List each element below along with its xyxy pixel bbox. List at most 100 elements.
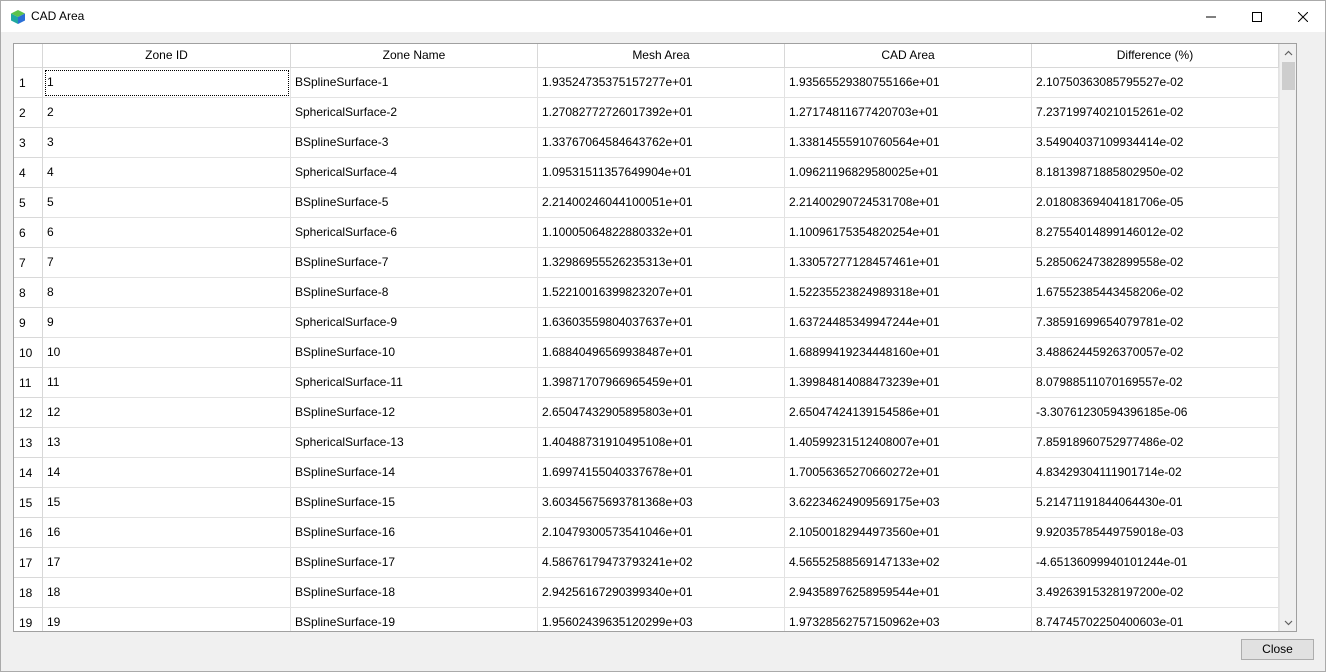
difference-cell[interactable]: 8.18139871885802950e-02 — [1032, 158, 1279, 188]
mesh-area-cell[interactable]: 2.21400246044100051e+01 — [538, 188, 785, 218]
mesh-area-cell[interactable]: 1.09531511357649904e+01 — [538, 158, 785, 188]
row-header[interactable]: 1 — [14, 68, 43, 98]
difference-cell[interactable]: 2.01808369404181706e-05 — [1032, 188, 1279, 218]
zone-name-cell[interactable]: SphericalSurface-6 — [291, 218, 538, 248]
cad-area-cell[interactable]: 1.93565529380755166e+01 — [785, 68, 1032, 98]
cad-area-cell[interactable]: 2.10500182944973560e+01 — [785, 518, 1032, 548]
zone-id-cell[interactable]: 3 — [43, 128, 291, 158]
scroll-up-button[interactable] — [1280, 44, 1296, 61]
vertical-scrollbar[interactable] — [1279, 44, 1296, 631]
row-header[interactable]: 4 — [14, 158, 43, 188]
column-header-zone-name[interactable]: Zone Name — [291, 44, 538, 68]
zone-name-cell[interactable]: BSplineSurface-18 — [291, 578, 538, 608]
mesh-area-cell[interactable]: 1.32986955526235313e+01 — [538, 248, 785, 278]
cad-area-cell[interactable]: 3.62234624909569175e+03 — [785, 488, 1032, 518]
row-header[interactable]: 11 — [14, 368, 43, 398]
row-header[interactable]: 18 — [14, 578, 43, 608]
mesh-area-cell[interactable]: 1.39871707966965459e+01 — [538, 368, 785, 398]
difference-cell[interactable]: 8.27554014899146012e-02 — [1032, 218, 1279, 248]
zone-name-cell[interactable]: BSplineSurface-10 — [291, 338, 538, 368]
cad-area-cell[interactable]: 1.63724485349947244e+01 — [785, 308, 1032, 338]
difference-cell[interactable]: -3.30761230594396185e-06 — [1032, 398, 1279, 428]
zone-name-cell[interactable]: BSplineSurface-8 — [291, 278, 538, 308]
cad-area-cell[interactable]: 1.68899419234448160e+01 — [785, 338, 1032, 368]
cad-area-cell[interactable]: 1.40599231512408007e+01 — [785, 428, 1032, 458]
column-header-mesh-area[interactable]: Mesh Area — [538, 44, 785, 68]
row-header[interactable]: 3 — [14, 128, 43, 158]
zone-name-cell[interactable]: BSplineSurface-5 — [291, 188, 538, 218]
maximize-button[interactable] — [1234, 1, 1280, 32]
mesh-area-cell[interactable]: 1.93524735375157277e+01 — [538, 68, 785, 98]
row-header[interactable]: 16 — [14, 518, 43, 548]
difference-cell[interactable]: 8.74745702250400603e-01 — [1032, 608, 1279, 631]
cad-area-cell[interactable]: 1.33814555910760564e+01 — [785, 128, 1032, 158]
zone-id-cell[interactable]: 4 — [43, 158, 291, 188]
row-header[interactable]: 6 — [14, 218, 43, 248]
zone-id-cell[interactable]: 5 — [43, 188, 291, 218]
cad-area-cell[interactable]: 1.39984814088473239e+01 — [785, 368, 1032, 398]
zone-id-cell[interactable]: 14 — [43, 458, 291, 488]
difference-cell[interactable]: 9.92035785449759018e-03 — [1032, 518, 1279, 548]
row-header[interactable]: 8 — [14, 278, 43, 308]
row-header[interactable]: 7 — [14, 248, 43, 278]
zone-name-cell[interactable]: BSplineSurface-7 — [291, 248, 538, 278]
zone-id-cell[interactable]: 7 — [43, 248, 291, 278]
mesh-area-cell[interactable]: 2.65047432905895803e+01 — [538, 398, 785, 428]
mesh-area-cell[interactable]: 3.60345675693781368e+03 — [538, 488, 785, 518]
mesh-area-cell[interactable]: 1.69974155040337678e+01 — [538, 458, 785, 488]
difference-cell[interactable]: 7.85918960752977486e-02 — [1032, 428, 1279, 458]
mesh-area-cell[interactable]: 1.63603559804037637e+01 — [538, 308, 785, 338]
zone-name-cell[interactable]: BSplineSurface-15 — [291, 488, 538, 518]
zone-name-cell[interactable]: SphericalSurface-2 — [291, 98, 538, 128]
mesh-area-cell[interactable]: 2.10479300573541046e+01 — [538, 518, 785, 548]
zone-name-cell[interactable]: BSplineSurface-1 — [291, 68, 538, 98]
scroll-down-button[interactable] — [1280, 614, 1296, 631]
row-header[interactable]: 5 — [14, 188, 43, 218]
row-header[interactable]: 15 — [14, 488, 43, 518]
cad-area-table[interactable]: Zone ID Zone Name Mesh Area CAD Area Dif… — [13, 43, 1297, 632]
row-header[interactable]: 14 — [14, 458, 43, 488]
zone-name-cell[interactable]: BSplineSurface-14 — [291, 458, 538, 488]
mesh-area-cell[interactable]: 2.94256167290399340e+01 — [538, 578, 785, 608]
zone-id-cell[interactable]: 9 — [43, 308, 291, 338]
row-header[interactable]: 10 — [14, 338, 43, 368]
difference-cell[interactable]: 3.48862445926370057e-02 — [1032, 338, 1279, 368]
row-header[interactable]: 17 — [14, 548, 43, 578]
cad-area-cell[interactable]: 1.33057277128457461e+01 — [785, 248, 1032, 278]
zone-id-cell[interactable]: 17 — [43, 548, 291, 578]
zone-name-cell[interactable]: SphericalSurface-13 — [291, 428, 538, 458]
row-header[interactable]: 9 — [14, 308, 43, 338]
zone-id-cell[interactable]: 1 — [43, 68, 291, 98]
mesh-area-cell[interactable]: 1.33767064584643762e+01 — [538, 128, 785, 158]
zone-id-cell[interactable]: 15 — [43, 488, 291, 518]
zone-name-cell[interactable]: BSplineSurface-3 — [291, 128, 538, 158]
cad-area-cell[interactable]: 4.56552588569147133e+02 — [785, 548, 1032, 578]
mesh-area-cell[interactable]: 1.10005064822880332e+01 — [538, 218, 785, 248]
mesh-area-cell[interactable]: 1.27082772726017392e+01 — [538, 98, 785, 128]
zone-id-cell[interactable]: 19 — [43, 608, 291, 631]
title-bar[interactable]: CAD Area — [1, 1, 1325, 32]
mesh-area-cell[interactable]: 1.40488731910495108e+01 — [538, 428, 785, 458]
difference-cell[interactable]: 2.10750363085795527e-02 — [1032, 68, 1279, 98]
zone-id-cell[interactable]: 6 — [43, 218, 291, 248]
difference-cell[interactable]: 1.67552385443458206e-02 — [1032, 278, 1279, 308]
difference-cell[interactable]: 4.83429304111901714e-02 — [1032, 458, 1279, 488]
cad-area-cell[interactable]: 1.97328562757150962e+03 — [785, 608, 1032, 631]
row-header[interactable]: 13 — [14, 428, 43, 458]
cad-area-cell[interactable]: 1.09621196829580025e+01 — [785, 158, 1032, 188]
window-close-button[interactable] — [1280, 1, 1326, 32]
mesh-area-cell[interactable]: 4.58676179473793241e+02 — [538, 548, 785, 578]
mesh-area-cell[interactable]: 1.95602439635120299e+03 — [538, 608, 785, 631]
column-header-cad-area[interactable]: CAD Area — [785, 44, 1032, 68]
zone-id-cell[interactable]: 18 — [43, 578, 291, 608]
difference-cell[interactable]: -4.65136099940101244e-01 — [1032, 548, 1279, 578]
cad-area-cell[interactable]: 2.65047424139154586e+01 — [785, 398, 1032, 428]
zone-id-cell[interactable]: 8 — [43, 278, 291, 308]
difference-cell[interactable]: 3.49263915328197200e-02 — [1032, 578, 1279, 608]
column-header-difference[interactable]: Difference (%) — [1032, 44, 1279, 68]
zone-id-cell[interactable]: 2 — [43, 98, 291, 128]
cad-area-cell[interactable]: 2.94358976258959544e+01 — [785, 578, 1032, 608]
row-header[interactable]: 2 — [14, 98, 43, 128]
mesh-area-cell[interactable]: 1.68840496569938487e+01 — [538, 338, 785, 368]
zone-name-cell[interactable]: BSplineSurface-12 — [291, 398, 538, 428]
